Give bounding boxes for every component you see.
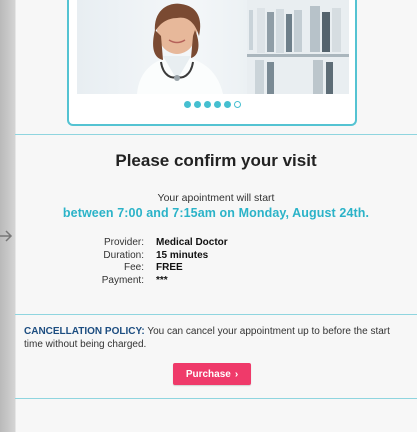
divider: [15, 134, 417, 135]
appointment-time: between 7:00 and 7:15am on Monday, Augus…: [62, 206, 370, 220]
doctor-illustration: [137, 0, 349, 94]
policy-title: CANCELLATION POLICY:: [24, 326, 145, 337]
carousel-dots: [69, 99, 355, 109]
carousel-dot[interactable]: [183, 100, 191, 108]
appointment-subtitle: Your apointment will start: [157, 192, 275, 204]
detail-row-payment: Payment: ***: [72, 275, 228, 288]
arrow-right-icon[interactable]: [0, 228, 14, 244]
detail-value: Medical Doctor: [156, 237, 228, 248]
carousel-dot[interactable]: [193, 100, 201, 108]
detail-label: Duration:: [103, 249, 144, 261]
carousel-dot[interactable]: [233, 100, 241, 108]
hero-carousel[interactable]: [67, 0, 357, 126]
detail-value: ***: [156, 274, 168, 286]
carousel-dot[interactable]: [213, 100, 221, 108]
page-title: Please confirm your visit: [115, 151, 317, 170]
purchase-button[interactable]: Purchase ›: [173, 363, 251, 385]
doctor-photo: [77, 0, 349, 94]
chevron-right-icon: ›: [234, 368, 239, 380]
divider: [15, 398, 417, 399]
detail-row-duration: Duration: 15 minutes: [72, 250, 228, 263]
detail-label: Provider:: [103, 237, 144, 248]
purchase-label: Purchase: [185, 368, 231, 380]
detail-label: Fee:: [123, 262, 144, 273]
detail-row-provider: Provider: Medical Doctor: [72, 237, 228, 250]
left-scroll-strip: [0, 0, 15, 432]
detail-value: 15 minutes: [156, 249, 209, 261]
appointment-details: Provider: Medical Doctor Duration: 15 mi…: [72, 237, 228, 287]
divider: [15, 314, 417, 315]
detail-value: FREE: [156, 262, 183, 273]
carousel-dot[interactable]: [203, 100, 211, 108]
detail-label: Payment:: [101, 274, 144, 286]
detail-row-fee: Fee: FREE: [72, 262, 228, 275]
cancellation-policy: CANCELLATION POLICY: You can cancel your…: [24, 325, 406, 351]
carousel-dot[interactable]: [223, 100, 231, 108]
